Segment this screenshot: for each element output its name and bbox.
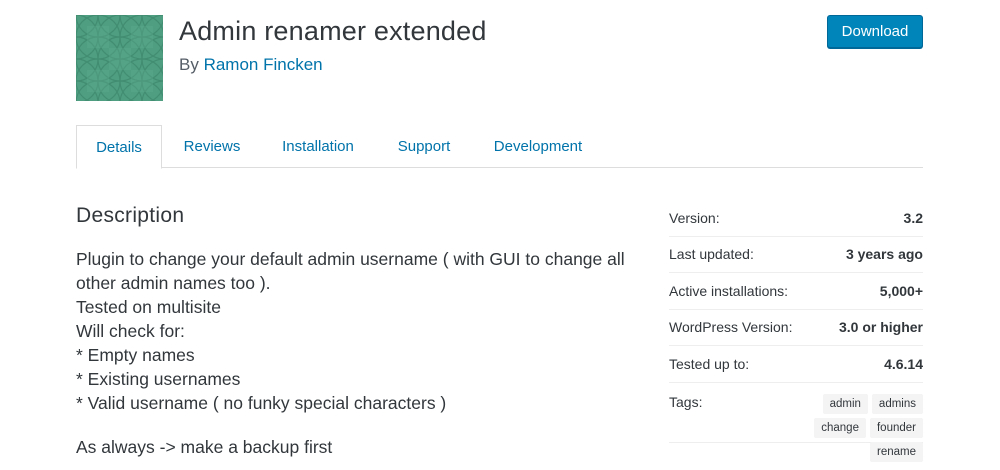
plugin-meta: Version: 3.2 Last updated: 3 years ago A…	[669, 200, 923, 462]
meta-value: 4.6.14	[884, 355, 923, 372]
meta-tested-up-to: Tested up to: 4.6.14	[669, 346, 923, 383]
plugin-title: Admin renamer extended	[179, 16, 487, 46]
tab-installation[interactable]: Installation	[272, 125, 364, 168]
meta-value: 5,000+	[879, 282, 923, 299]
meta-version: Version: 3.2	[669, 200, 923, 237]
meta-last-updated: Last updated: 3 years ago	[669, 237, 923, 273]
meta-wp-version: WordPress Version: 3.0 or higher	[669, 310, 923, 346]
description-line: * Existing usernames	[76, 369, 241, 389]
meta-value: 3.2	[903, 209, 923, 226]
meta-label: Version:	[669, 209, 720, 226]
description-line: * Valid username ( no funky special char…	[76, 393, 447, 413]
author-link[interactable]: Ramon Fincken	[204, 55, 323, 74]
meta-value: 3.0 or higher	[838, 319, 923, 336]
description-body: Plugin to change your default admin user…	[76, 247, 636, 459]
tag-list: admin admins change founder rename	[773, 393, 923, 462]
tag-change[interactable]: change	[814, 417, 866, 438]
meta-label: WordPress Version:	[669, 319, 793, 336]
description-heading: Description	[76, 204, 185, 227]
meta-value: 3 years ago	[845, 246, 923, 263]
description-line: * Empty names	[76, 345, 195, 365]
description-line: Will check for:	[76, 321, 185, 341]
plugin-icon	[76, 15, 163, 101]
byline-prefix: By	[179, 55, 204, 74]
meta-label: Tags:	[669, 393, 703, 410]
plugin-byline: By Ramon Fincken	[179, 55, 323, 75]
meta-label: Last updated:	[669, 246, 754, 263]
tab-support[interactable]: Support	[388, 125, 460, 168]
meta-tags: Tags: admin admins change founder rename	[669, 383, 923, 462]
download-button[interactable]: Download	[827, 15, 923, 48]
meta-active-installs: Active installations: 5,000+	[669, 273, 923, 310]
description-line: Plugin to change your default admin user…	[76, 249, 625, 293]
tab-reviews[interactable]: Reviews	[172, 125, 252, 168]
tag-admins[interactable]: admins	[871, 393, 923, 414]
tab-details[interactable]: Details	[76, 125, 162, 169]
plugin-tabs: Details Reviews Installation Support Dev…	[76, 125, 923, 169]
meta-label: Active installations:	[669, 282, 789, 299]
meta-label: Tested up to:	[669, 355, 750, 372]
description-footer: As always -> make a backup first	[76, 437, 333, 457]
tag-admin[interactable]: admin	[822, 393, 868, 414]
tab-development[interactable]: Development	[490, 125, 586, 168]
tag-founder[interactable]: founder	[869, 417, 923, 438]
tag-rename[interactable]: rename	[870, 441, 923, 462]
description-line: Tested on multisite	[76, 297, 221, 317]
